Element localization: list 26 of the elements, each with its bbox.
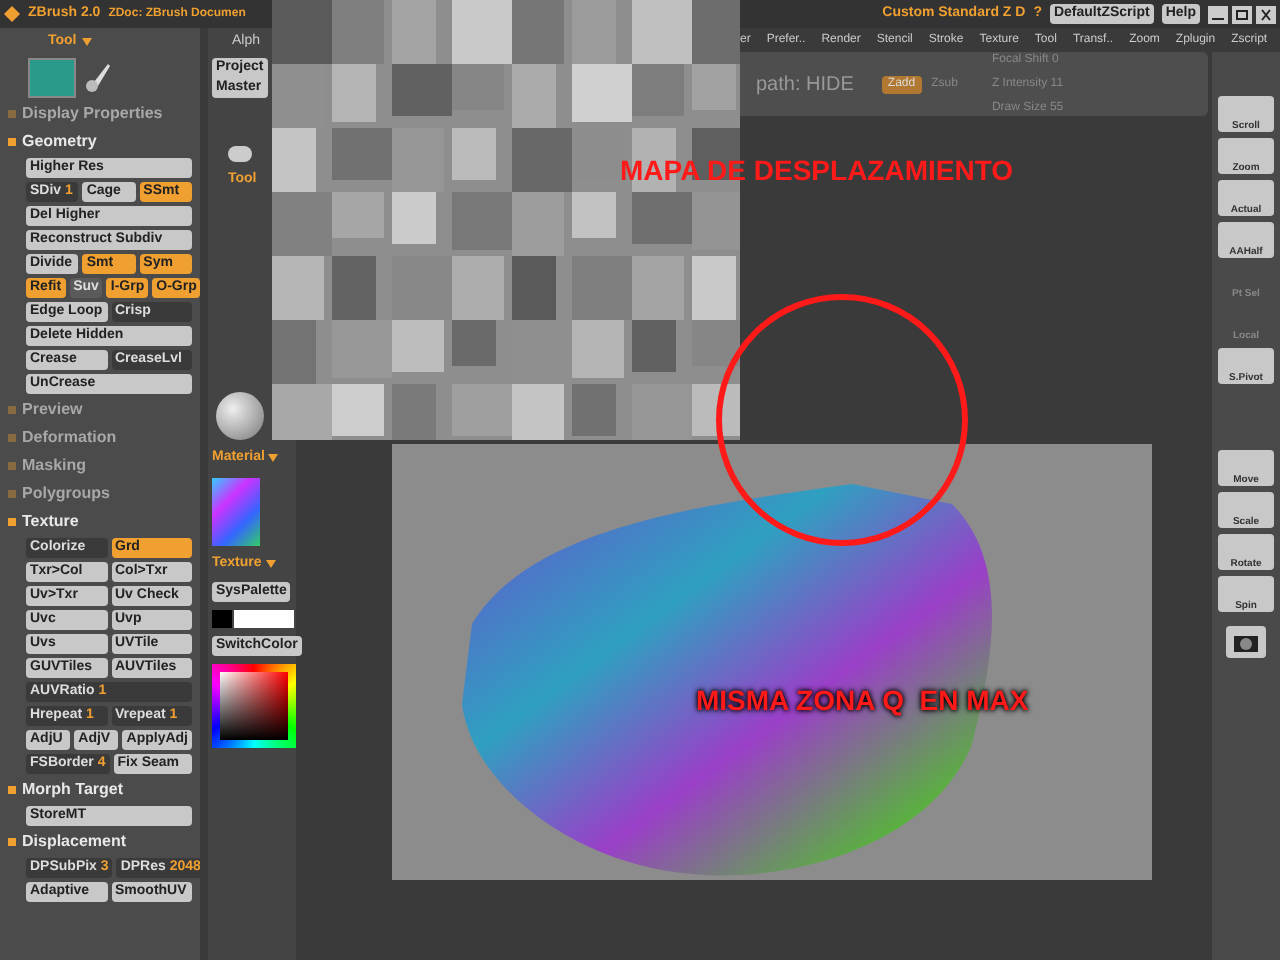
section-header[interactable]: Polygroups <box>22 481 111 505</box>
zbrush-logo-icon <box>4 6 20 22</box>
annotation-text: MISMA ZONA Q EN MAX <box>696 682 1029 720</box>
caret-icon <box>268 454 279 463</box>
section-header[interactable]: Morph Target <box>22 777 124 801</box>
color-picker[interactable] <box>212 664 296 748</box>
primary-color-swatch[interactable] <box>212 610 232 628</box>
camera-icon[interactable] <box>1226 626 1266 658</box>
close-icon[interactable] <box>1256 5 1276 23</box>
secondary-color-swatch[interactable] <box>234 610 294 628</box>
section-header[interactable]: Texture <box>22 509 79 533</box>
annotation-text: MAPA DE DESPLAZAMIENTO <box>620 152 1014 190</box>
section-header[interactable]: Masking <box>22 453 87 477</box>
path-label: path: HIDE <box>756 71 854 99</box>
section-header[interactable]: Preview <box>22 397 83 421</box>
brush-icon[interactable] <box>84 61 112 93</box>
texture-thumbnail-icon[interactable] <box>212 477 260 545</box>
caret-icon <box>265 559 276 568</box>
tool-thumbnail-icon[interactable] <box>28 57 76 97</box>
minimize-icon[interactable] <box>1208 5 1228 23</box>
maximize-icon[interactable] <box>1232 5 1252 23</box>
section-header[interactable]: Displacement <box>22 829 127 853</box>
section-header[interactable]: Geometry <box>22 129 97 153</box>
section-header[interactable]: Deformation <box>22 425 117 449</box>
caret-icon <box>82 38 93 47</box>
section-header[interactable]: Display Properties <box>22 101 163 125</box>
